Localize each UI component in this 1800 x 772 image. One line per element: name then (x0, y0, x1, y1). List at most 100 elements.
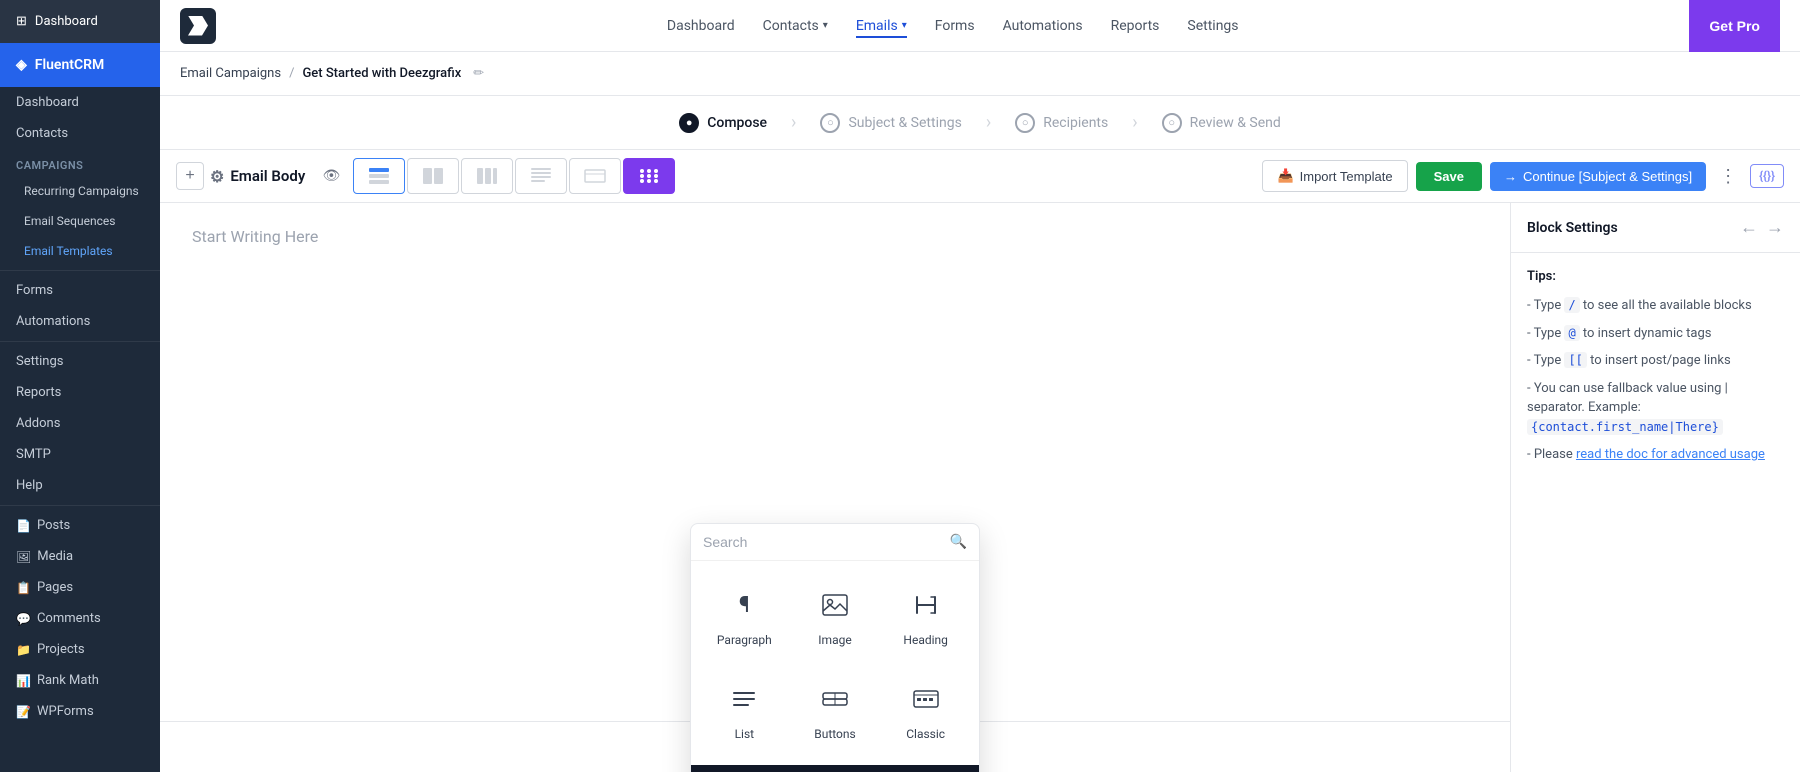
sidebar-item-settings[interactable]: Settings (0, 346, 160, 377)
sidebar-item-addons[interactable]: Addons (0, 408, 160, 439)
sidebar-contacts-label: Contacts (16, 126, 68, 141)
breadcrumb-edit-icon[interactable]: ✏ (473, 66, 484, 81)
more-options-button[interactable]: ⋮ (1714, 162, 1742, 190)
subject-circle: ○ (820, 113, 840, 133)
breadcrumb: Email Campaigns / Get Started with Deezg… (160, 52, 1800, 96)
pages-icon: 📋 (16, 581, 31, 595)
sidebar-item-forms[interactable]: Forms (0, 275, 160, 306)
topnav-emails[interactable]: Emails ▾ (856, 14, 907, 38)
browse-all-button[interactable]: Browse all (691, 765, 979, 772)
template-6-icon (637, 166, 661, 186)
template-view-6[interactable] (623, 158, 675, 194)
sidebar-item-rank-math[interactable]: 📊 Rank Math (0, 665, 160, 696)
sidebar-item-projects[interactable]: 📁 Projects (0, 634, 160, 665)
topnav-settings-label: Settings (1187, 18, 1238, 34)
email-body-settings-icon[interactable]: ⚙ (210, 167, 224, 186)
block-item-buttons[interactable]: Buttons (798, 671, 873, 749)
step-compose[interactable]: ● Compose (679, 113, 767, 133)
step-subject-settings[interactable]: ○ Subject & Settings (820, 113, 961, 133)
sidebar-item-help[interactable]: Help (0, 470, 160, 501)
sidebar-divider-2 (0, 341, 160, 342)
right-panel-forward-button[interactable]: → (1766, 217, 1784, 238)
sidebar-item-wpforms[interactable]: 📝 WPForms (0, 696, 160, 727)
sidebar-item-reports[interactable]: Reports (0, 377, 160, 408)
comments-icon: 💬 (16, 612, 31, 626)
save-button[interactable]: Save (1416, 162, 1482, 191)
topnav-automations-label: Automations (1003, 18, 1083, 34)
right-panel-nav: ← → (1740, 217, 1784, 238)
automations-label: Automations (16, 314, 90, 329)
right-panel-content: Tips: - Type / to see all the available … (1511, 253, 1800, 772)
step-recipients[interactable]: ○ Recipients (1015, 113, 1108, 133)
sidebar-item-media[interactable]: 🖼 Media (0, 541, 160, 572)
template-view-2[interactable] (407, 158, 459, 194)
wpforms-icon: 📝 (16, 705, 31, 719)
step-review-send[interactable]: ○ Review & Send (1162, 113, 1281, 133)
sidebar-dashboard-label: Dashboard (35, 14, 98, 29)
template-view-1[interactable] (353, 158, 405, 194)
template-view-3[interactable] (461, 158, 513, 194)
topnav-automations[interactable]: Automations (1003, 14, 1083, 38)
topnav-forms[interactable]: Forms (935, 14, 975, 38)
sidebar-item-recurring-campaigns[interactable]: Recurring Campaigns (0, 176, 160, 206)
breadcrumb-parent[interactable]: Email Campaigns (180, 66, 281, 81)
block-item-classic[interactable]: Classic (888, 671, 963, 749)
editor-placeholder[interactable]: Start Writing Here (160, 203, 1510, 270)
tips-item-2: - Type @ to insert dynamic tags (1527, 324, 1784, 344)
compose-label: Compose (707, 115, 767, 131)
sidebar-item-contacts[interactable]: Contacts (0, 118, 160, 149)
media-label: Media (37, 549, 73, 564)
topnav-reports[interactable]: Reports (1111, 14, 1160, 38)
sidebar: ⊞ Dashboard ◈ FluentCRM Dashboard Contac… (0, 0, 160, 772)
template-view-5[interactable] (569, 158, 621, 194)
block-search-input[interactable] (703, 534, 942, 550)
block-item-paragraph[interactable]: ¶ Paragraph (707, 577, 782, 655)
topnav-forms-label: Forms (935, 18, 975, 34)
review-circle: ○ (1162, 113, 1182, 133)
smtp-label: SMTP (16, 447, 51, 462)
sidebar-item-fluent-crm[interactable]: ◈ FluentCRM (0, 43, 160, 87)
logo-shape (188, 16, 208, 36)
sidebar-item-comments[interactable]: 💬 Comments (0, 603, 160, 634)
sidebar-item-pages[interactable]: 📋 Pages (0, 572, 160, 603)
sidebar-item-smtp[interactable]: SMTP (0, 439, 160, 470)
import-template-button[interactable]: 📥 Import Template (1262, 160, 1407, 192)
get-pro-button[interactable]: Get Pro (1689, 0, 1780, 52)
sidebar-item-automations[interactable]: Automations (0, 306, 160, 337)
forms-label: Forms (16, 283, 53, 298)
sidebar-divider-1 (0, 270, 160, 271)
email-body-label: Email Body (230, 167, 305, 185)
block-item-list[interactable]: List (707, 671, 782, 749)
sidebar-item-email-sequences[interactable]: Email Sequences (0, 206, 160, 236)
block-item-image[interactable]: Image (798, 577, 873, 655)
topnav: Dashboard Contacts ▾ Emails ▾ Forms Auto… (160, 0, 1800, 52)
preview-button[interactable]: 👁 (315, 160, 347, 192)
bracket-code: [[ (1564, 352, 1586, 368)
tips-item-5: - Please read the doc for advanced usage (1527, 445, 1784, 465)
sidebar-item-posts[interactable]: 📄 Posts (0, 510, 160, 541)
template-view-4[interactable] (515, 158, 567, 194)
topnav-contacts[interactable]: Contacts ▾ (763, 14, 828, 38)
block-item-heading[interactable]: Heading (888, 577, 963, 655)
topnav-settings[interactable]: Settings (1187, 14, 1238, 38)
sidebar-item-dashboard-crm[interactable]: Dashboard (0, 87, 160, 118)
add-block-button[interactable]: + (176, 162, 204, 190)
topnav-emails-label: Emails (856, 18, 898, 34)
sidebar-item-dashboard[interactable]: ⊞ Dashboard (0, 0, 160, 43)
topnav-logo[interactable] (180, 8, 216, 44)
image-label: Image (818, 633, 851, 647)
right-panel: Block Settings ← → Tips: - Type / to see… (1510, 203, 1800, 772)
editor-area[interactable]: Start Writing Here + 🔍 ¶ Par (160, 203, 1510, 772)
continue-button[interactable]: → Continue [Subject & Settings] (1490, 162, 1706, 191)
steps-nav: ● Compose › ○ Subject & Settings › ○ Rec… (160, 96, 1800, 150)
settings-label: Settings (16, 354, 63, 369)
right-panel-back-button[interactable]: ← (1740, 217, 1758, 238)
help-label: Help (16, 478, 43, 493)
heading-icon (906, 585, 946, 625)
sidebar-item-email-templates[interactable]: Email Templates (0, 236, 160, 266)
read-doc-link[interactable]: read the doc for advanced usage (1576, 447, 1765, 462)
topnav-dashboard[interactable]: Dashboard (667, 14, 735, 38)
email-body-label-group: ⚙ Email Body (210, 167, 305, 186)
wpforms-label: WPForms (37, 704, 94, 719)
code-toggle-button[interactable]: {{}} (1750, 164, 1784, 188)
